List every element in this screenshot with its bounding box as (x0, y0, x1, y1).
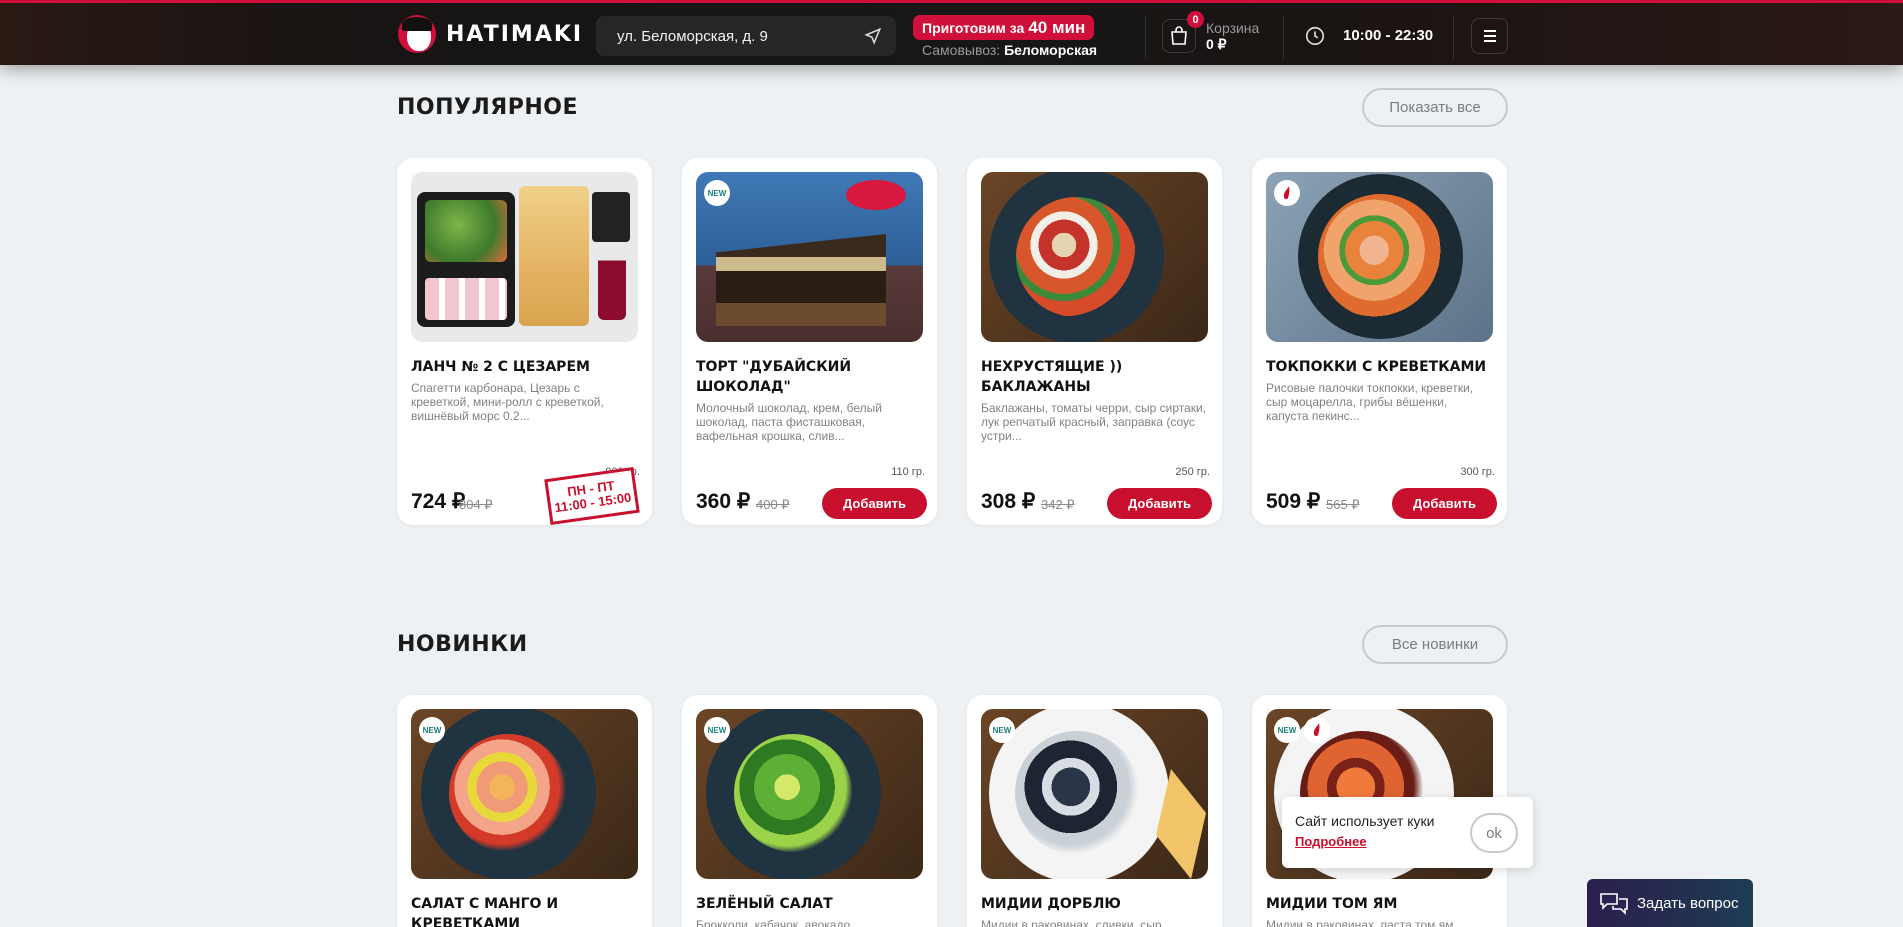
add-to-cart-button[interactable]: Добавить (822, 488, 927, 519)
new-badge: NEW (989, 717, 1015, 743)
product-name[interactable]: МИДИИ ДОРБЛЮ (981, 894, 1208, 914)
cookie-more-link[interactable]: Подробнее (1295, 834, 1367, 849)
hamburger-icon (1483, 30, 1496, 42)
product-old-price: 400 ₽ (756, 497, 790, 512)
product-description: Баклажаны, томаты черри, сыр сиртаки, лу… (981, 401, 1207, 443)
location-arrow-icon (864, 27, 882, 45)
show-all-new-button[interactable]: Все новинки (1362, 625, 1508, 664)
clock-icon (1305, 26, 1325, 46)
product-card[interactable]: NEW ЗЕЛЁНЫЙ САЛАТ Брокколи, кабачок, аво… (682, 695, 937, 927)
header-divider (1453, 15, 1454, 59)
product-name[interactable]: ЗЕЛЁНЫЙ САЛАТ (696, 894, 923, 914)
product-name[interactable]: САЛАТ С МАНГО И КРЕВЕТКАМИ (411, 894, 638, 927)
product-card[interactable]: ТОКПОККИ С КРЕВЕТКАМИ Рисовые палочки то… (1252, 158, 1507, 525)
product-image[interactable]: NEW (411, 709, 638, 879)
pickup-label: Самовывоз: (922, 42, 1001, 58)
logo-text: HATIMAKI (446, 21, 584, 47)
lunch-time-stamp: ПН - ПТ 11:00 - 15:00 (544, 466, 640, 526)
section-title-new: НОВИНКИ (397, 632, 528, 657)
header-divider (1145, 15, 1146, 59)
product-card[interactable]: NEW МИДИИ ДОРБЛЮ Мидии в раковинах, слив… (967, 695, 1222, 927)
product-price: 509 ₽ (1266, 490, 1321, 513)
product-description: Спагетти карбонара, Цезарь с креветкой, … (411, 381, 604, 423)
header-divider (1283, 15, 1284, 59)
pickup-value: Беломорская (1004, 42, 1098, 58)
product-card[interactable]: NEW САЛАТ С МАНГО И КРЕВЕТКАМИ (397, 695, 652, 927)
product-image[interactable]: NEW (696, 709, 923, 879)
address-text: ул. Беломорская, д. 9 (617, 27, 768, 45)
product-card[interactable]: НЕХРУСТЯЩИЕ )) БАКЛАЖАНЫ Баклажаны, тома… (967, 158, 1222, 525)
new-badge: NEW (704, 180, 730, 206)
cart-count-badge: 0 (1187, 11, 1204, 28)
product-image[interactable]: NEW (696, 172, 923, 342)
cookie-banner: Сайт использует куки Подробнее ok (1282, 797, 1533, 868)
product-old-price: 804 ₽ (459, 497, 493, 512)
cook-time-badge: Приготовим за 40 мин (913, 15, 1095, 40)
product-card[interactable]: ЛАНЧ № 2 С ЦЕЗАРЕМ Спагетти карбонара, Ц… (397, 158, 652, 526)
cook-time-value: 40 мин (1028, 17, 1086, 37)
chat-bubbles-icon (1600, 893, 1628, 915)
product-description: Мидии в раковинах, паста том ям... (1266, 918, 1464, 927)
ask-question-button[interactable]: Задать вопрос (1587, 879, 1753, 927)
product-description: Рисовые палочки токпокки, креветки, сыр … (1266, 381, 1474, 423)
product-weight: 110 гр. (891, 466, 925, 478)
logo-mark-icon (398, 15, 436, 53)
cookie-ok-button[interactable]: ok (1470, 813, 1518, 853)
product-price: 724 ₽ (411, 490, 466, 513)
add-to-cart-button[interactable]: Добавить (1392, 488, 1497, 519)
product-weight: 250 гр. (1175, 466, 1210, 478)
site-header: HATIMAKI ул. Беломорская, д. 9 Приготови… (0, 0, 1903, 65)
product-card[interactable]: NEW ТОРТ "ДУБАЙСКИЙ ШОКОЛАД" Молочный шо… (682, 158, 937, 525)
product-image[interactable]: NEW (981, 709, 1208, 879)
product-description: Молочный шоколад, крем, белый шоколад, п… (696, 401, 882, 443)
product-price: 360 ₽ (696, 490, 751, 513)
product-price: 308 ₽ (981, 490, 1036, 513)
product-image[interactable] (411, 172, 638, 342)
add-to-cart-button[interactable]: Добавить (1107, 488, 1212, 519)
product-image[interactable] (1266, 172, 1493, 342)
cookie-text: Сайт использует куки (1295, 813, 1435, 829)
product-description: Брокколи, кабачок, авокадо... (696, 918, 861, 927)
spicy-icon (1304, 717, 1330, 743)
new-badge: NEW (704, 717, 730, 743)
new-badge: NEW (1274, 717, 1300, 743)
product-name[interactable]: МИДИИ ТОМ ЯМ (1266, 894, 1493, 914)
product-description: Мидии в раковинах, сливки, сыр... (981, 918, 1172, 927)
pickup-info[interactable]: Самовывоз: Беломорская (922, 42, 1097, 58)
product-weight: 300 гр. (1460, 466, 1495, 478)
ask-question-label: Задать вопрос (1637, 894, 1739, 912)
cart-label: Корзина (1206, 20, 1260, 36)
product-name[interactable]: ТОКПОККИ С КРЕВЕТКАМИ (1266, 357, 1493, 377)
section-title-popular: ПОПУЛЯРНОЕ (397, 95, 578, 120)
address-selector[interactable]: ул. Беломорская, д. 9 (596, 16, 896, 56)
cook-time-prefix: Приготовим за (922, 19, 1025, 36)
working-hours: 10:00 - 22:30 (1343, 27, 1434, 44)
product-name[interactable]: ЛАНЧ № 2 С ЦЕЗАРЕМ (411, 357, 638, 377)
logo[interactable]: HATIMAKI (398, 15, 583, 53)
product-name[interactable]: ТОРТ "ДУБАЙСКИЙ ШОКОЛАД" (696, 357, 923, 397)
spicy-icon (1274, 180, 1300, 206)
cart-sum: 0 ₽ (1206, 36, 1227, 52)
menu-button[interactable] (1471, 18, 1508, 54)
product-old-price: 342 ₽ (1041, 497, 1075, 512)
show-all-popular-button[interactable]: Показать все (1362, 88, 1508, 127)
product-image[interactable] (981, 172, 1208, 342)
product-name[interactable]: НЕХРУСТЯЩИЕ )) БАКЛАЖАНЫ (981, 357, 1208, 397)
new-badge: NEW (419, 717, 445, 743)
shopping-bag-icon (1171, 26, 1187, 45)
product-old-price: 565 ₽ (1326, 497, 1360, 512)
